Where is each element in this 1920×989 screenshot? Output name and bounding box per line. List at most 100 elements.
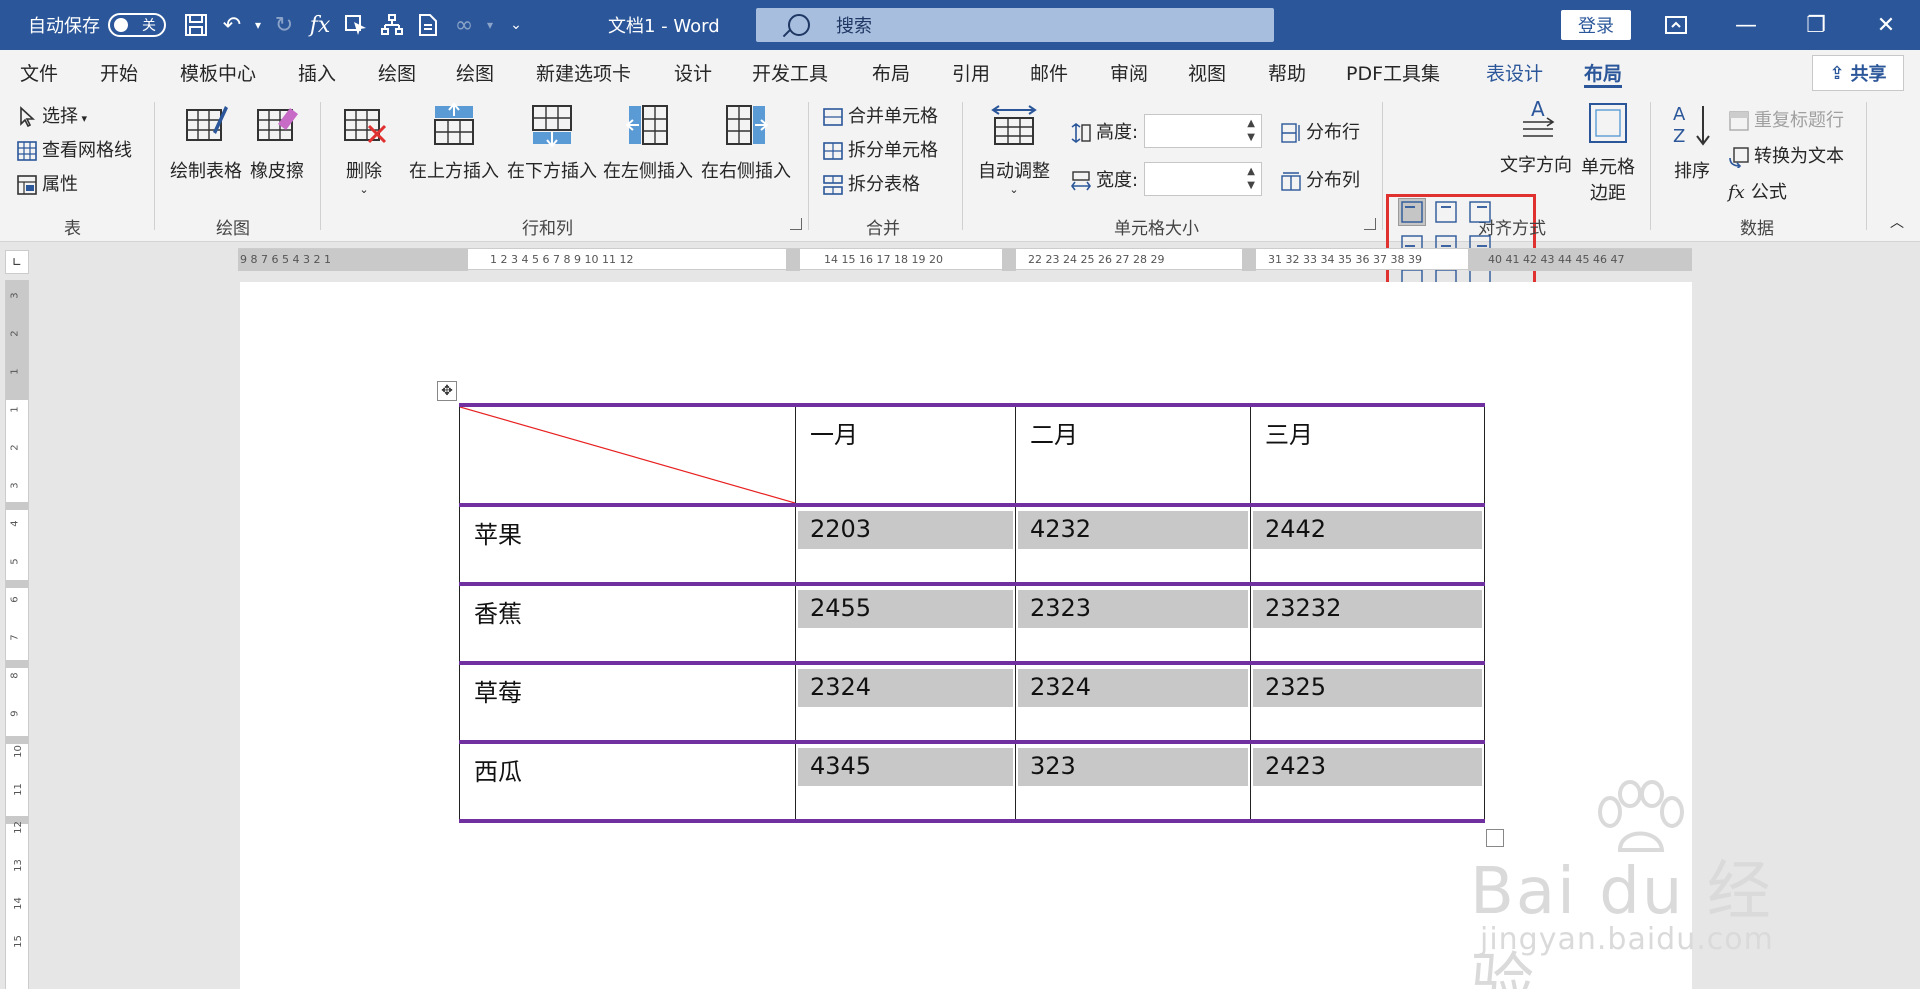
ruler-column-marker[interactable] [1242, 249, 1256, 271]
width-spinner-icon[interactable]: ▲ ▼ [1247, 165, 1255, 193]
minimize-icon[interactable]: — [1716, 0, 1776, 50]
share-button[interactable]: ⇪ 共享 [1812, 55, 1904, 91]
autosave-toggle-wrap[interactable]: 关 [108, 0, 166, 50]
value-cell[interactable]: 2324 [795, 663, 1016, 742]
ruler-row-marker[interactable] [6, 502, 28, 510]
tab-new-tab[interactable]: 新建选项卡 [536, 50, 631, 94]
tab-layout[interactable]: 布局 [872, 50, 910, 94]
align-top-left-icon[interactable] [1398, 198, 1426, 226]
tab-home[interactable]: 开始 [100, 50, 138, 94]
document-icon[interactable] [410, 0, 446, 50]
undo-icon[interactable]: ↶ [214, 0, 250, 50]
tab-file[interactable]: 文件 [20, 50, 58, 94]
split-cells-button[interactable]: 拆分单元格 [822, 136, 938, 162]
ruler-row-marker[interactable] [6, 660, 28, 668]
value-cell[interactable]: 323 [1015, 742, 1251, 821]
row-name-cell[interactable]: 香蕉 [459, 584, 796, 663]
tab-references[interactable]: 引用 [952, 50, 990, 94]
header-cell[interactable]: 二月 [1015, 405, 1251, 505]
tab-draw-2[interactable]: 绘图 [456, 50, 494, 94]
value-cell[interactable]: 2455 [795, 584, 1016, 663]
data-table[interactable]: 一月 二月 三月 苹果 2203 4232 2442 香蕉 2455 2323 … [459, 403, 1485, 823]
tab-stop-selector-icon[interactable]: ∟ [5, 250, 29, 274]
distribute-rows-button[interactable]: 分布行 [1280, 118, 1360, 144]
row-name-cell[interactable]: 草莓 [459, 663, 796, 742]
customize-qat-icon[interactable]: ⌄ [498, 0, 534, 50]
value-cell[interactable]: 2203 [795, 505, 1016, 584]
value-cell[interactable]: 2323 [1015, 584, 1251, 663]
vertical-ruler[interactable]: 3 2 1 1 2 3 4 5 6 7 8 9 10 11 12 13 14 15 [5, 280, 29, 989]
autofit-button[interactable]: 自动调整 ⌄ [974, 102, 1054, 196]
formula-icon[interactable]: fx [302, 0, 338, 50]
ruler-row-marker[interactable] [6, 580, 28, 588]
merge-cells-button[interactable]: 合并单元格 [822, 102, 938, 128]
ribbon-display-icon[interactable] [1646, 0, 1706, 50]
tab-draw-1[interactable]: 绘图 [378, 50, 416, 94]
sort-button[interactable]: AZ 排序 [1664, 102, 1720, 183]
rows-columns-dialog-launcher[interactable] [790, 218, 802, 230]
draw-table-button[interactable]: 绘制表格 [168, 102, 244, 183]
cell-size-dialog-launcher[interactable] [1364, 218, 1376, 230]
ruler-column-marker[interactable] [786, 249, 800, 271]
row-name-cell[interactable]: 西瓜 [459, 742, 796, 821]
convert-to-text-button[interactable]: 转换为文本 [1728, 142, 1844, 168]
ruler-column-marker[interactable] [1002, 249, 1016, 271]
header-cell[interactable]: 一月 [795, 405, 1016, 505]
horizontal-ruler[interactable]: 9 8 7 6 5 4 3 2 1 1 2 3 4 5 6 7 8 9 10 1… [238, 248, 1692, 271]
delete-button[interactable]: 删除 ⌄ [336, 102, 392, 196]
value-cell[interactable]: 23232 [1250, 584, 1485, 663]
search-box[interactable]: 搜索 [756, 8, 1274, 42]
tab-table-layout[interactable]: 布局 [1584, 50, 1623, 94]
width-input[interactable]: ▲ ▼ [1144, 162, 1262, 196]
properties-button[interactable]: 属性 [16, 170, 78, 196]
repeat-header-rows-button[interactable]: 重复标题行 [1728, 106, 1844, 132]
align-top-right-icon[interactable] [1466, 198, 1494, 226]
value-cell[interactable]: 2325 [1250, 663, 1485, 742]
select-button[interactable]: 选择 ▾ [16, 102, 87, 128]
eraser-button[interactable]: 橡皮擦 [248, 102, 306, 183]
login-button[interactable]: 登录 [1561, 10, 1631, 40]
table-move-handle-icon[interactable]: ✥ [437, 381, 457, 401]
autosave-toggle[interactable]: 关 [108, 13, 166, 37]
insert-below-button[interactable]: 在下方插入 [506, 102, 598, 183]
value-cell[interactable]: 2423 [1250, 742, 1485, 821]
tab-table-design[interactable]: 表设计 [1486, 50, 1543, 94]
tab-view[interactable]: 视图 [1188, 50, 1226, 94]
collapse-ribbon-icon[interactable]: ︿ [1890, 212, 1904, 232]
insert-right-button[interactable]: 在右侧插入 [700, 102, 792, 183]
link-dropdown-icon[interactable]: ▾ [482, 0, 498, 50]
redo-icon[interactable]: ↻ [266, 0, 302, 50]
tab-review[interactable]: 审阅 [1110, 50, 1148, 94]
insert-above-button[interactable]: 在上方插入 [408, 102, 500, 183]
tab-mailings[interactable]: 邮件 [1030, 50, 1068, 94]
value-cell[interactable]: 2324 [1015, 663, 1251, 742]
restore-icon[interactable]: ❐ [1786, 0, 1846, 50]
cell-margins-button[interactable]: 单元格 边距 [1576, 102, 1640, 205]
diagonal-header-cell[interactable] [459, 405, 796, 505]
value-cell[interactable]: 4232 [1015, 505, 1251, 584]
save-icon[interactable] [178, 0, 214, 50]
header-cell[interactable]: 三月 [1250, 405, 1485, 505]
view-gridlines-button[interactable]: 查看网格线 [16, 136, 132, 162]
text-direction-button[interactable]: A 文字方向 [1496, 96, 1576, 177]
undo-dropdown-icon[interactable]: ▾ [250, 0, 266, 50]
ruler-row-marker[interactable] [6, 736, 28, 744]
tab-templates[interactable]: 模板中心 [180, 50, 256, 94]
tab-developer[interactable]: 开发工具 [752, 50, 828, 94]
split-table-button[interactable]: 拆分表格 [822, 170, 920, 196]
row-name-cell[interactable]: 苹果 [459, 505, 796, 584]
value-cell[interactable]: 2442 [1250, 505, 1485, 584]
link-icon[interactable]: ∞ [446, 0, 482, 50]
value-cell[interactable]: 4345 [795, 742, 1016, 821]
align-top-center-icon[interactable] [1432, 198, 1460, 226]
org-chart-icon[interactable] [374, 0, 410, 50]
select-cursor-icon[interactable] [338, 0, 374, 50]
height-spinner-icon[interactable]: ▲ ▼ [1247, 117, 1255, 145]
close-icon[interactable]: ✕ [1856, 0, 1916, 50]
tab-design[interactable]: 设计 [674, 50, 712, 94]
height-input[interactable]: ▲ ▼ [1144, 114, 1262, 148]
tab-help[interactable]: 帮助 [1268, 50, 1306, 94]
tab-pdf-tools[interactable]: PDF工具集 [1346, 50, 1440, 94]
tab-insert[interactable]: 插入 [298, 50, 336, 94]
formula-button[interactable]: fx 公式 [1728, 178, 1787, 204]
